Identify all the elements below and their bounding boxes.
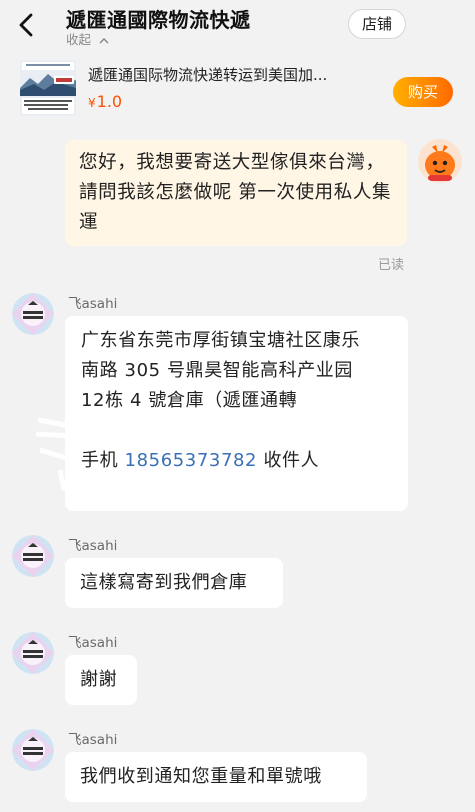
recipient-label: 收件人: [263, 450, 320, 471]
back-button[interactable]: [14, 12, 40, 38]
sender-name: 飞asahi: [68, 732, 118, 748]
price-value: 1.0: [96, 92, 123, 111]
sender-name: 飞asahi: [68, 635, 118, 651]
product-thumbnail: [20, 60, 76, 116]
chat-header: 遞匯通國際物流快遞 收起 店铺: [0, 0, 475, 50]
buy-button[interactable]: 购买: [393, 77, 453, 107]
message-bubble[interactable]: 這樣寫寄到我們倉庫: [65, 558, 283, 608]
read-status: 已读: [378, 258, 405, 273]
vendor-avatar[interactable]: [12, 729, 54, 771]
phone-number-link[interactable]: 18565373782: [125, 450, 258, 471]
vendor-avatar[interactable]: [12, 293, 54, 335]
phone-label: 手机: [81, 450, 119, 471]
product-price: ¥1.0: [88, 92, 122, 111]
collapse-chevron-up-icon: [99, 37, 109, 44]
vendor-avatar[interactable]: [12, 535, 54, 577]
user-avatar[interactable]: [418, 139, 462, 183]
back-chevron-icon: [19, 13, 33, 37]
phone-line: 手机 18565373782 收件人: [81, 446, 392, 476]
collapse-toggle[interactable]: 收起: [66, 29, 110, 48]
address-line-3: 12栋 4 號倉庫（遞匯通轉: [81, 390, 298, 411]
product-title: 遞匯通国际物流快递转运到美国加...: [88, 66, 328, 84]
address-line-1: 广东省东莞市厚街镇宝塘社区康乐: [81, 330, 360, 351]
product-card[interactable]: 遞匯通国际物流快递转运到美国加... ¥1.0 购买: [0, 52, 475, 124]
store-button[interactable]: 店铺: [348, 9, 406, 39]
address-message[interactable]: 广东省东莞市厚街镇宝塘社区康乐 南路 305 号鼎昊智能高科产业园 12栋 4 …: [65, 316, 408, 511]
sender-name: 飞asahi: [68, 296, 118, 312]
address-line-2: 南路 305 号鼎昊智能高科产业园: [81, 360, 353, 381]
collapse-label: 收起: [66, 32, 92, 47]
price-symbol: ¥: [88, 96, 96, 110]
outgoing-message[interactable]: 您好，我想要寄送大型傢俱來台灣，請問我該怎麼做呢 第一次使用私人集運: [65, 140, 407, 246]
vendor-avatar[interactable]: [12, 632, 54, 674]
sender-name: 飞asahi: [68, 538, 118, 554]
message-bubble[interactable]: 我們收到通知您重量和單號哦: [65, 752, 367, 802]
message-bubble[interactable]: 謝謝: [65, 655, 137, 705]
chat-page: 遞匯通國際物流快遞 收起 店铺 遞匯通国际物流快递转运到美国加... ¥1.0 …: [0, 0, 475, 812]
